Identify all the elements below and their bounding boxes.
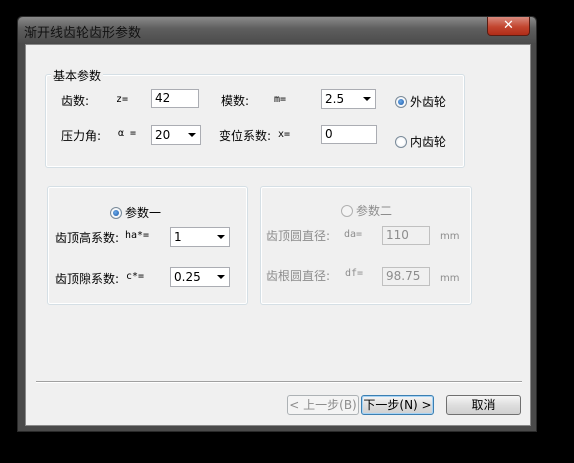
module-select[interactable]: 2.5: [321, 89, 376, 109]
tip-diameter-symbol: da=: [344, 229, 363, 240]
clearance-coefficient-select[interactable]: 0.25: [170, 267, 230, 287]
pressure-angle-select[interactable]: 20: [151, 125, 201, 145]
pressure-angle-symbol: α =: [118, 128, 137, 139]
root-diameter-label: 齿根圆直径:: [266, 269, 331, 283]
close-icon: ✕: [503, 18, 514, 33]
chevron-down-icon: [217, 275, 225, 279]
radio-unchecked-icon: [341, 204, 353, 217]
close-button[interactable]: ✕: [487, 17, 530, 36]
dialog-window: 渐开线齿轮齿形参数 ✕ 基本参数 齿数: z= 42 模数: m= 2.5 外齿…: [17, 16, 537, 432]
cancel-button[interactable]: 取消: [446, 395, 521, 415]
dialog-client-area: 基本参数 齿数: z= 42 模数: m= 2.5 外齿轮 压力角: α = 2…: [25, 44, 531, 426]
radio-checked-icon: [395, 95, 407, 108]
window-title: 渐开线齿轮齿形参数: [24, 26, 142, 41]
shift-coefficient-label: 变位系数:: [219, 129, 272, 143]
clearance-coefficient-symbol: c*=: [126, 271, 145, 282]
basic-params-group: [45, 74, 465, 168]
shift-coefficient-input[interactable]: 0: [321, 125, 377, 144]
next-step-button[interactable]: 下一步(N) >: [361, 395, 434, 415]
chevron-down-icon: [188, 133, 196, 137]
pressure-angle-label: 压力角:: [61, 129, 102, 143]
addendum-coefficient-select[interactable]: 1: [170, 227, 230, 247]
tip-diameter-label: 齿顶圆直径:: [266, 229, 331, 243]
module-symbol: m=: [274, 94, 287, 105]
teeth-input[interactable]: 42: [151, 89, 199, 108]
chevron-down-icon: [363, 97, 371, 101]
external-gear-radio[interactable]: 外齿轮: [395, 93, 446, 110]
basic-params-title: 基本参数: [51, 67, 104, 84]
clearance-coefficient-label: 齿顶隙系数:: [55, 272, 120, 286]
prev-step-button[interactable]: < 上一步(B): [287, 395, 359, 415]
chevron-down-icon: [217, 235, 225, 239]
module-label: 模数:: [221, 94, 250, 108]
tip-diameter-input[interactable]: 110: [382, 226, 430, 245]
root-diameter-symbol: df=: [345, 268, 364, 279]
addendum-coefficient-symbol: ha*=: [125, 230, 150, 241]
radio-unchecked-icon: [395, 135, 407, 148]
title-bar[interactable]: 渐开线齿轮齿形参数 ✕: [18, 17, 536, 43]
button-separator: [36, 381, 522, 383]
tip-diameter-unit: mm: [440, 231, 460, 242]
shift-coefficient-symbol: x=: [278, 129, 291, 140]
teeth-symbol: z=: [116, 94, 129, 105]
radio-checked-icon: [110, 206, 122, 219]
addendum-coefficient-label: 齿顶高系数:: [55, 231, 120, 245]
internal-gear-radio[interactable]: 内齿轮: [395, 133, 446, 150]
param2-radio[interactable]: 参数二: [341, 202, 392, 219]
param1-radio[interactable]: 参数一: [110, 204, 161, 221]
teeth-label: 齿数:: [61, 94, 90, 108]
root-diameter-unit: mm: [440, 273, 460, 284]
root-diameter-input[interactable]: 98.75: [382, 267, 430, 286]
